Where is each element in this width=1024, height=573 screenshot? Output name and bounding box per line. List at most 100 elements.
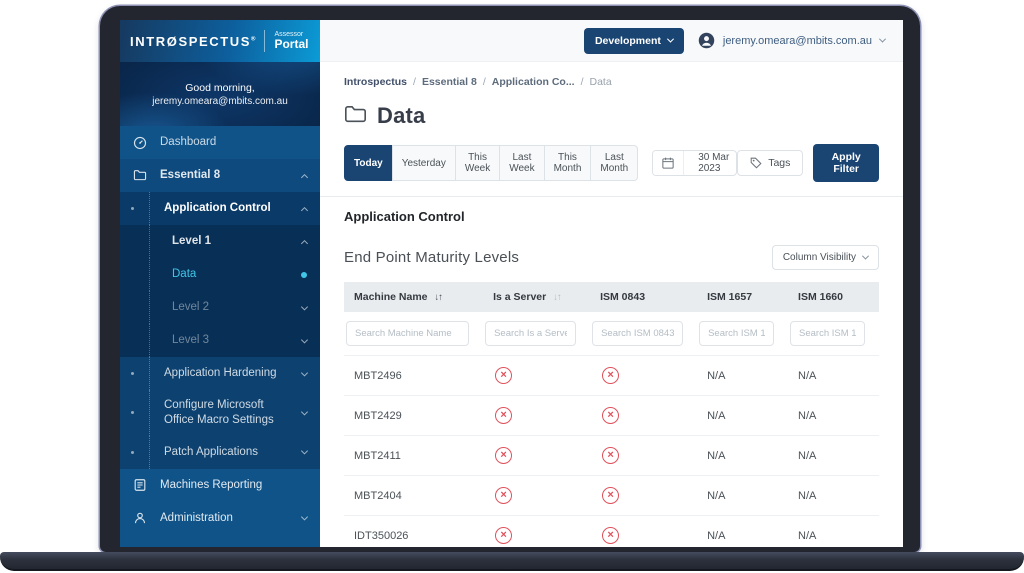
laptop-base <box>0 552 1024 571</box>
cross-circle-icon: × <box>602 447 619 464</box>
brand-logo: INTRØSPECTUS® Assessor Portal <box>120 20 320 62</box>
tree-node-dot <box>131 451 134 454</box>
calendar-icon[interactable] <box>653 151 684 175</box>
cell-ism_1660: N/A <box>788 396 879 436</box>
table-row[interactable]: MBT2496××N/AN/A <box>344 356 879 396</box>
sidebar-item-label: Application Control <box>164 201 271 216</box>
sort-icon: ↓↑ <box>553 292 561 303</box>
chevron-down-icon <box>301 408 308 415</box>
page-title-row: Data <box>344 103 879 129</box>
chevron-up-icon <box>301 206 308 213</box>
sidebar-item-level-3[interactable]: Level 3 <box>120 324 320 357</box>
search-ism_1657-input[interactable] <box>699 321 774 346</box>
page-title: Data <box>377 103 426 129</box>
chevron-down-icon[interactable] <box>879 36 886 43</box>
sidebar-item-administration[interactable]: Administration <box>120 502 320 535</box>
cell-machine_name: MBT2404 <box>344 476 483 516</box>
main-area: Development jeremy.omeara@mbits.com.au I… <box>320 20 903 547</box>
cell-is_a_server: × <box>483 516 590 548</box>
tag-icon <box>750 157 762 169</box>
column-header-ism_1657: ISM 1657 <box>697 282 788 312</box>
sidebar-item-essential-8[interactable]: Essential 8 <box>120 159 320 192</box>
sidebar-item-dashboard[interactable]: Dashboard <box>120 126 320 159</box>
search-ism_0843-input[interactable] <box>592 321 683 346</box>
filter-range-this-week[interactable]: This Week <box>455 145 500 181</box>
table-title: End Point Maturity Levels <box>344 249 519 266</box>
table-row[interactable]: MBT2429××N/AN/A <box>344 396 879 436</box>
sidebar-item-configure-microsoft-office-macro-settings[interactable]: Configure Microsoft Office Macro Setting… <box>120 390 320 436</box>
sidebar-item-application-control[interactable]: Application Control <box>120 192 320 225</box>
sidebar-item-label: Data <box>172 267 196 282</box>
table-row[interactable]: MBT2404××N/AN/A <box>344 476 879 516</box>
cell-ism_1657: N/A <box>697 396 788 436</box>
section-title: Application Control <box>344 209 879 224</box>
sort-icon: ↓↑ <box>435 292 443 303</box>
filter-range-yesterday[interactable]: Yesterday <box>392 145 456 181</box>
cross-circle-icon: × <box>495 487 512 504</box>
date-input[interactable]: 30 Mar 2023 <box>684 151 737 175</box>
search-is_a_server-input[interactable] <box>485 321 576 346</box>
user-avatar-icon <box>698 32 715 49</box>
sidebar-item-level-2[interactable]: Level 2 <box>120 291 320 324</box>
cross-circle-icon: × <box>495 447 512 464</box>
filter-range-this-month[interactable]: This Month <box>544 145 592 181</box>
cell-is_a_server: × <box>483 356 590 396</box>
cell-ism_1660: N/A <box>788 356 879 396</box>
chevron-down-icon <box>301 369 308 376</box>
filter-toolbar: TodayYesterdayThis WeekLast WeekThis Mon… <box>344 144 879 182</box>
breadcrumb-item[interactable]: Essential 8 <box>422 76 477 88</box>
column-header-is_a_server[interactable]: Is a Server↓↑ <box>483 282 590 312</box>
sidebar-item-label: Level 3 <box>172 333 209 348</box>
date-picker: 30 Mar 2023 <box>652 150 737 176</box>
column-visibility-button[interactable]: Column Visibility <box>772 245 879 270</box>
sidebar-item-application-hardening[interactable]: Application Hardening <box>120 357 320 390</box>
cell-machine_name: MBT2429 <box>344 396 483 436</box>
search-machine_name-input[interactable] <box>346 321 469 346</box>
breadcrumb-separator: / <box>483 76 486 88</box>
sidebar-item-label: Patch Applications <box>164 445 258 460</box>
cell-ism_0843: × <box>590 396 697 436</box>
cell-ism_1660: N/A <box>788 476 879 516</box>
laptop-screen-frame: INTRØSPECTUS® Assessor Portal Good morni… <box>100 6 920 552</box>
breadcrumb-item[interactable]: Introspectus <box>344 76 407 88</box>
filter-range-today[interactable]: Today <box>344 145 393 181</box>
date-range-group: TodayYesterdayThis WeekLast WeekThis Mon… <box>344 145 638 181</box>
sidebar-item-data[interactable]: Data <box>120 258 320 291</box>
table-row[interactable]: MBT2411××N/AN/A <box>344 436 879 476</box>
filter-range-last-week[interactable]: Last Week <box>499 145 544 181</box>
page-content: Introspectus / Essential 8 / Application Co.… <box>320 62 903 547</box>
cell-is_a_server: × <box>483 396 590 436</box>
sidebar-item-patch-applications[interactable]: Patch Applications <box>120 436 320 469</box>
section-divider <box>320 196 903 197</box>
active-page-dot <box>301 272 307 278</box>
cross-circle-icon: × <box>602 527 619 544</box>
sidebar-item-level-1[interactable]: Level 1 <box>120 225 320 258</box>
cell-ism_0843: × <box>590 516 697 548</box>
greeting-text: Good morning, <box>185 82 254 94</box>
folder-icon <box>133 169 147 183</box>
topbar: Development jeremy.omeara@mbits.com.au <box>320 20 903 62</box>
sidebar-item-machines-reporting[interactable]: Machines Reporting <box>120 469 320 502</box>
user-email[interactable]: jeremy.omeara@mbits.com.au <box>723 35 872 47</box>
cell-ism_1660: N/A <box>788 436 879 476</box>
cell-machine_name: MBT2496 <box>344 356 483 396</box>
cross-circle-icon: × <box>495 527 512 544</box>
table-head: Machine Name↓↑Is a Server↓↑ISM 0843ISM 1… <box>344 282 879 356</box>
breadcrumb: Introspectus / Essential 8 / Application Co.… <box>344 76 879 88</box>
apply-filter-button[interactable]: Apply Filter <box>813 144 879 182</box>
column-header-machine_name[interactable]: Machine Name↓↑ <box>344 282 483 312</box>
chevron-up-icon <box>301 239 308 246</box>
logo-divider <box>264 30 265 52</box>
environment-dropdown-button[interactable]: Development <box>584 28 684 54</box>
maturity-table: Machine Name↓↑Is a Server↓↑ISM 0843ISM 1… <box>344 282 879 547</box>
search-ism_1660-input[interactable] <box>790 321 865 346</box>
cross-circle-icon: × <box>602 407 619 424</box>
table-row[interactable]: IDT350026××N/AN/A <box>344 516 879 548</box>
breadcrumb-separator: / <box>413 76 416 88</box>
brand-name: INTRØSPECTUS® <box>130 34 255 49</box>
greeting-banner: Good morning, jeremy.omeara@mbits.com.au <box>120 62 320 126</box>
tags-button[interactable]: Tags <box>737 150 803 176</box>
breadcrumb-item[interactable]: Application Co... <box>492 76 575 88</box>
sidebar-item-label: Level 1 <box>172 234 211 249</box>
filter-range-last-month[interactable]: Last Month <box>590 145 638 181</box>
